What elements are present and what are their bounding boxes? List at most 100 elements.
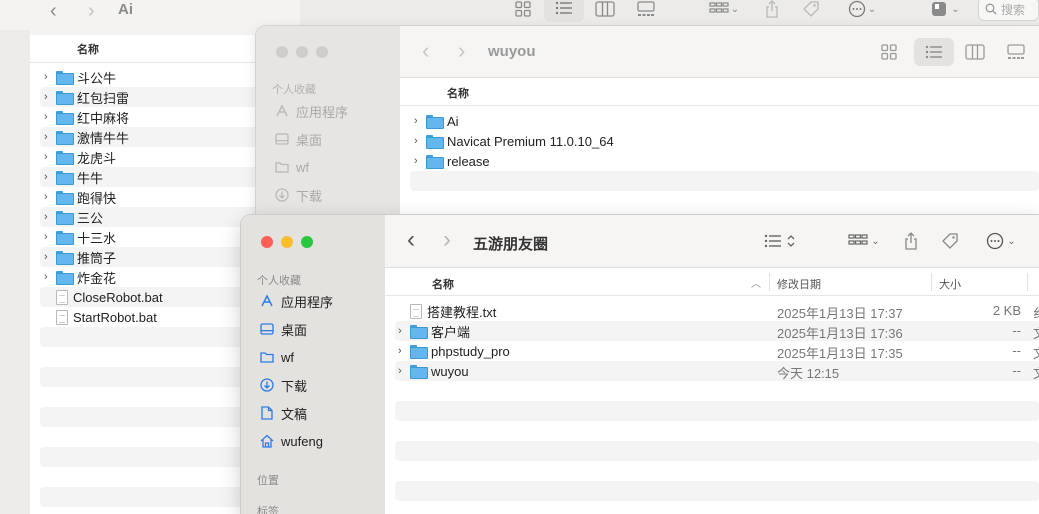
more-button[interactable]: ⌄ [842, 0, 882, 21]
sidebar-item-label: 下载 [281, 378, 308, 394]
disclosure-chevron-icon[interactable]: › [44, 91, 54, 103]
zoom-button[interactable] [301, 236, 313, 248]
list-item[interactable]: › 红中麻将 [44, 107, 129, 127]
sidebar-item[interactable]: wf [259, 347, 294, 367]
list-item[interactable]: › Navicat Premium 11.0.10_64 [414, 131, 614, 151]
column-divider[interactable] [931, 273, 932, 291]
forward-button[interactable]: › [88, 0, 95, 23]
tag-button[interactable] [800, 0, 822, 21]
gallery-view-button[interactable] [1004, 40, 1028, 64]
modified-date: 今天 12:15 [777, 366, 840, 381]
minimize-button[interactable] [281, 236, 293, 248]
downloads-icon [259, 377, 275, 393]
sidebar-item[interactable]: 桌面 [274, 129, 322, 149]
disclosure-chevron-icon[interactable]: › [44, 131, 54, 143]
disclosure-chevron-icon[interactable]: › [414, 115, 424, 127]
disclosure-chevron-icon[interactable]: › [414, 135, 424, 147]
column-name-header[interactable]: 名称 [77, 41, 99, 57]
sidebar-item[interactable]: 下载 [274, 185, 322, 205]
disclosure-chevron-icon[interactable]: › [414, 155, 424, 167]
disclosure-chevron-icon[interactable]: › [398, 365, 408, 377]
item-name: CloseRobot.bat [73, 289, 163, 305]
column-view-button[interactable] [964, 40, 986, 64]
disclosure-chevron-icon[interactable]: › [44, 71, 54, 83]
folder-icon [56, 211, 74, 225]
icon-view-button[interactable] [512, 0, 534, 21]
forward-button[interactable]: › [443, 226, 451, 254]
list-item[interactable]: › 斗公牛 [44, 67, 116, 87]
table-row[interactable]: › wuyou [398, 361, 469, 381]
close-button[interactable] [261, 236, 273, 248]
back-button[interactable]: ‹ [50, 0, 57, 23]
gallery-view-button[interactable] [634, 0, 658, 21]
list-item[interactable]: › release [414, 151, 490, 171]
column-date-header[interactable]: 修改日期 [777, 276, 821, 292]
list-view-button[interactable] [914, 38, 954, 66]
list-view-menu-button[interactable] [759, 229, 801, 253]
zoom-button[interactable] [316, 46, 328, 58]
back-button[interactable]: ‹ [407, 226, 415, 254]
search-field[interactable]: 搜索 [978, 0, 1039, 21]
list-item[interactable]: CloseRobot.bat [44, 287, 163, 307]
table-row[interactable]: 搭建教程.txt [398, 301, 496, 321]
disclosure-chevron-icon[interactable]: › [44, 171, 54, 183]
share-button[interactable] [762, 0, 782, 21]
list-view-button[interactable] [544, 0, 584, 22]
group-button[interactable]: ⌄ [843, 229, 885, 253]
disclosure-chevron-icon[interactable]: › [44, 271, 54, 283]
list-item[interactable]: › Ai [414, 111, 459, 131]
column-divider[interactable] [1027, 273, 1028, 291]
file-size: -- [1012, 343, 1021, 358]
sidebar-section-locations: 位置 [257, 475, 279, 487]
folder-icon [410, 365, 428, 379]
disclosure-chevron-icon[interactable]: › [398, 325, 408, 337]
tag-button[interactable] [939, 229, 961, 253]
column-size-header[interactable]: 大小 [939, 276, 961, 292]
sidebar-item[interactable]: wufeng [259, 431, 323, 451]
sidebar-item[interactable]: 应用程序 [274, 101, 348, 121]
sidebar-item[interactable]: 下载 [259, 375, 307, 395]
account-button[interactable]: ⌄ [924, 0, 966, 21]
sidebar-item[interactable]: wf [274, 157, 309, 177]
row-stripe [395, 481, 1039, 501]
list-item[interactable]: › 跑得快 [44, 187, 116, 207]
disclosure-chevron-icon[interactable]: › [398, 345, 408, 357]
list-item[interactable]: StartRobot.bat [44, 307, 157, 327]
disclosure-chevron-icon[interactable]: › [44, 151, 54, 163]
column-name-header[interactable]: 名称 [432, 276, 454, 292]
column-name-header[interactable]: 名称 [447, 85, 469, 101]
close-button[interactable] [276, 46, 288, 58]
column-divider[interactable] [769, 273, 770, 291]
sidebar-item[interactable]: 应用程序 [259, 291, 333, 311]
search-placeholder: 搜索 [1001, 2, 1026, 17]
minimize-button[interactable] [296, 46, 308, 58]
list-item[interactable]: › 激情牛牛 [44, 127, 129, 147]
disclosure-chevron-icon[interactable]: › [44, 231, 54, 243]
list-item[interactable]: › 龙虎斗 [44, 147, 116, 167]
share-button[interactable] [901, 229, 921, 253]
disclosure-chevron-icon[interactable]: › [44, 251, 54, 263]
table-row[interactable]: › phpstudy_pro [398, 341, 510, 361]
list-item[interactable]: › 三公 [44, 207, 103, 227]
list-item[interactable]: › 推筒子 [44, 247, 116, 267]
more-button[interactable]: ⌄ [981, 229, 1021, 253]
ellipsis-circle-icon [987, 232, 1004, 250]
list-item[interactable]: › 十三水 [44, 227, 116, 247]
back-button[interactable]: ‹ [422, 38, 429, 64]
group-button[interactable]: ⌄ [704, 0, 744, 21]
item-name: 推筒子 [77, 250, 117, 266]
disclosure-chevron-icon[interactable]: › [44, 191, 54, 203]
forward-button[interactable]: › [458, 38, 465, 64]
table-row[interactable]: › 客户端 [398, 321, 470, 341]
columns-icon [595, 1, 615, 17]
disclosure-chevron-icon[interactable]: › [44, 111, 54, 123]
sidebar-item[interactable]: 桌面 [259, 319, 307, 339]
list-item[interactable]: › 牛牛 [44, 167, 103, 187]
disclosure-chevron-icon[interactable]: › [44, 211, 54, 223]
sidebar-item[interactable]: 文稿 [259, 403, 307, 423]
list-item[interactable]: › 红包扫雷 [44, 87, 129, 107]
list-item[interactable]: › 炸金花 [44, 267, 116, 287]
column-view-button[interactable] [594, 0, 616, 21]
folder-icon [56, 231, 74, 245]
icon-view-button[interactable] [878, 40, 900, 64]
